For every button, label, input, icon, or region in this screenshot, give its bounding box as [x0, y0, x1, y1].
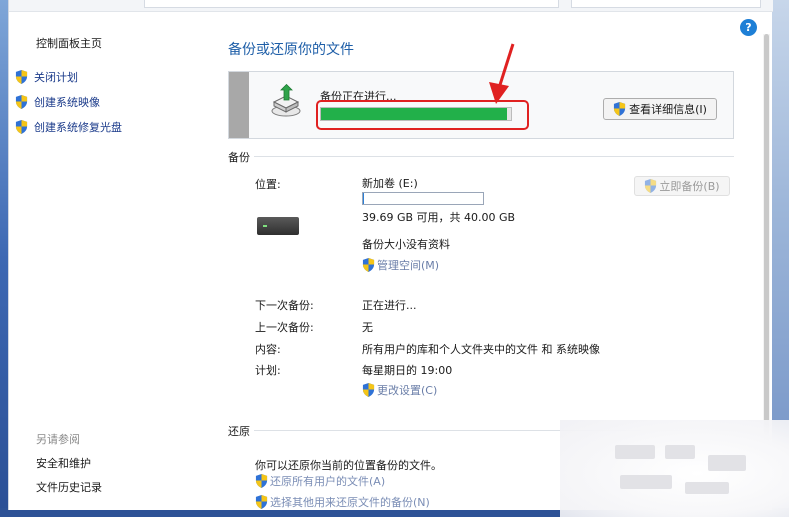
select-other-backup-label: 选择其他用来还原文件的备份(N) [270, 496, 430, 509]
panel-accent-bar [229, 72, 249, 138]
manage-space-label: 管理空间(M) [377, 259, 440, 272]
location-value: 新加卷 (E:) [362, 177, 418, 190]
backup-now-label: 立即备份(B) [659, 180, 720, 193]
annotation-arrow-icon [489, 43, 515, 104]
blurred-watermark [560, 420, 789, 517]
uac-shield-icon [362, 258, 375, 272]
manage-space-link[interactable]: 管理空间(M) [362, 257, 439, 273]
backup-section-title: 备份 [228, 151, 250, 164]
search-box[interactable] [571, 0, 761, 8]
backup-now-button[interactable]: 立即备份(B) [634, 176, 730, 196]
drive-space-fill [363, 193, 365, 204]
security-maintenance-link[interactable]: 安全和维护 [36, 455, 91, 471]
change-settings-label: 更改设置(C) [377, 384, 438, 397]
help-icon[interactable]: ? [740, 19, 757, 36]
last-backup-value: 无 [362, 321, 373, 334]
drive-space-bar [362, 192, 484, 205]
schedule-label: 计划: [255, 364, 281, 377]
location-label: 位置: [255, 178, 281, 191]
contents-label: 内容: [255, 343, 281, 356]
view-details-label: 查看详细信息(I) [629, 103, 707, 116]
view-details-button[interactable]: 查看详细信息(I) [603, 98, 717, 120]
sidebar-item-create-repair-disc[interactable]: 创建系统修复光盘 [15, 119, 122, 135]
restore-section-title: 还原 [228, 425, 250, 438]
select-other-backup-link[interactable]: 选择其他用来还原文件的备份(N) [255, 494, 430, 510]
sidebar-item-label: 关闭计划 [34, 71, 78, 84]
address-bar[interactable] [144, 0, 559, 8]
drive-space-text: 39.69 GB 可用，共 40.00 GB [362, 211, 516, 224]
sidebar-item-label: 创建系统映像 [34, 96, 100, 109]
schedule-value: 每星期日的 19:00 [362, 364, 453, 377]
restore-description: 你可以还原你当前的位置备份的文件。 [255, 459, 442, 472]
next-backup-label: 下一次备份: [255, 299, 314, 312]
uac-shield-icon [362, 383, 375, 397]
uac-shield-icon [255, 495, 268, 509]
hard-drive-icon [257, 217, 299, 235]
uac-shield-icon [15, 120, 28, 134]
restore-all-users-label: 还原所有用户的文件(A) [270, 475, 386, 488]
title-bar [9, 0, 773, 12]
page-title: 备份或还原你的文件 [228, 42, 354, 58]
uac-shield-icon [15, 95, 28, 109]
control-panel-home-link[interactable]: 控制面板主页 [36, 35, 102, 51]
uac-shield-icon [614, 102, 626, 116]
change-settings-link[interactable]: 更改设置(C) [362, 382, 437, 398]
uac-shield-icon [645, 179, 657, 193]
uac-shield-icon [255, 474, 268, 488]
section-divider [254, 156, 734, 157]
sidebar-item-label: 创建系统修复光盘 [34, 121, 122, 134]
backup-in-progress-icon [271, 84, 301, 117]
next-backup-value: 正在进行... [362, 299, 417, 312]
file-history-link[interactable]: 文件历史记录 [36, 479, 102, 495]
backup-size-text: 备份大小没有资料 [362, 238, 450, 251]
sidebar-item-turn-off-schedule[interactable]: 关闭计划 [15, 69, 78, 85]
last-backup-label: 上一次备份: [255, 321, 314, 334]
sidebar: 控制面板主页 关闭计划 创建系统映像 创建系统修复光盘 另请参阅 安全和维护 文… [9, 12, 209, 510]
see-also-heading: 另请参阅 [36, 433, 80, 446]
contents-value: 所有用户的库和个人文件夹中的文件 和 系统映像 [362, 343, 600, 356]
uac-shield-icon [15, 70, 28, 84]
sidebar-item-create-system-image[interactable]: 创建系统映像 [15, 94, 100, 110]
restore-all-users-link[interactable]: 还原所有用户的文件(A) [255, 473, 385, 489]
